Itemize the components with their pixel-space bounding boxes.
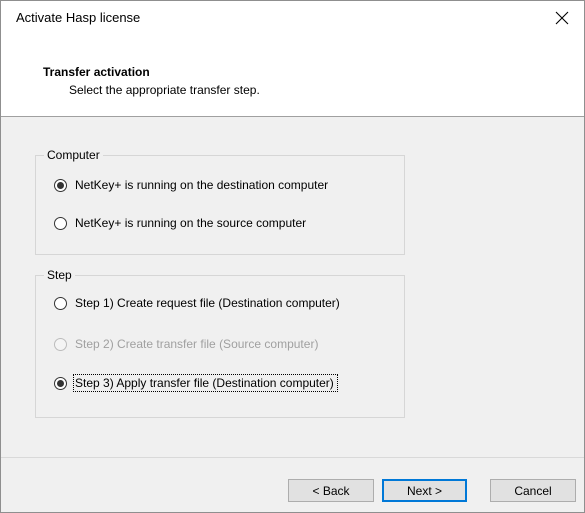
window-title: Activate Hasp license	[16, 10, 141, 25]
radio-step-1[interactable]: Step 1) Create request file (Destination…	[54, 293, 340, 313]
radio-label: Step 3) Apply transfer file (Destination…	[73, 374, 338, 392]
footer-separator	[1, 457, 584, 458]
radio-source-computer[interactable]: NetKey+ is running on the source compute…	[54, 213, 306, 233]
radio-label: NetKey+ is running on the source compute…	[75, 216, 307, 230]
wizard-header: Transfer activation Select the appropria…	[1, 35, 584, 117]
title-bar: Activate Hasp license	[1, 1, 584, 35]
close-button[interactable]	[540, 1, 584, 35]
radio-label: Step 2) Create transfer file (Source com…	[75, 337, 319, 351]
next-button[interactable]: Next >	[382, 479, 467, 502]
radio-button-checked[interactable]	[54, 178, 67, 192]
header-subtitle: Select the appropriate transfer step.	[69, 83, 260, 97]
radio-destination-computer[interactable]: NetKey+ is running on the destination co…	[54, 175, 328, 195]
radio-button-disabled	[54, 337, 67, 351]
computer-groupbox: Computer NetKey+ is running on the desti…	[35, 148, 405, 255]
radio-step-3[interactable]: Step 3) Apply transfer file (Destination…	[54, 373, 338, 393]
radio-step-2: Step 2) Create transfer file (Source com…	[54, 334, 318, 354]
radio-button[interactable]	[54, 216, 67, 230]
step-group-legend: Step	[44, 268, 75, 282]
computer-group-legend: Computer	[44, 148, 103, 162]
cancel-button[interactable]: Cancel	[490, 479, 576, 502]
close-icon	[555, 11, 569, 25]
dialog-window: Activate Hasp license Transfer activatio…	[0, 0, 585, 513]
back-button[interactable]: < Back	[288, 479, 374, 502]
radio-label: NetKey+ is running on the destination co…	[75, 178, 329, 192]
header-title: Transfer activation	[43, 65, 150, 79]
radio-label: Step 1) Create request file (Destination…	[75, 296, 340, 310]
radio-button[interactable]	[54, 296, 67, 310]
radio-button-checked[interactable]	[54, 376, 67, 390]
step-groupbox: Step Step 1) Create request file (Destin…	[35, 268, 405, 418]
